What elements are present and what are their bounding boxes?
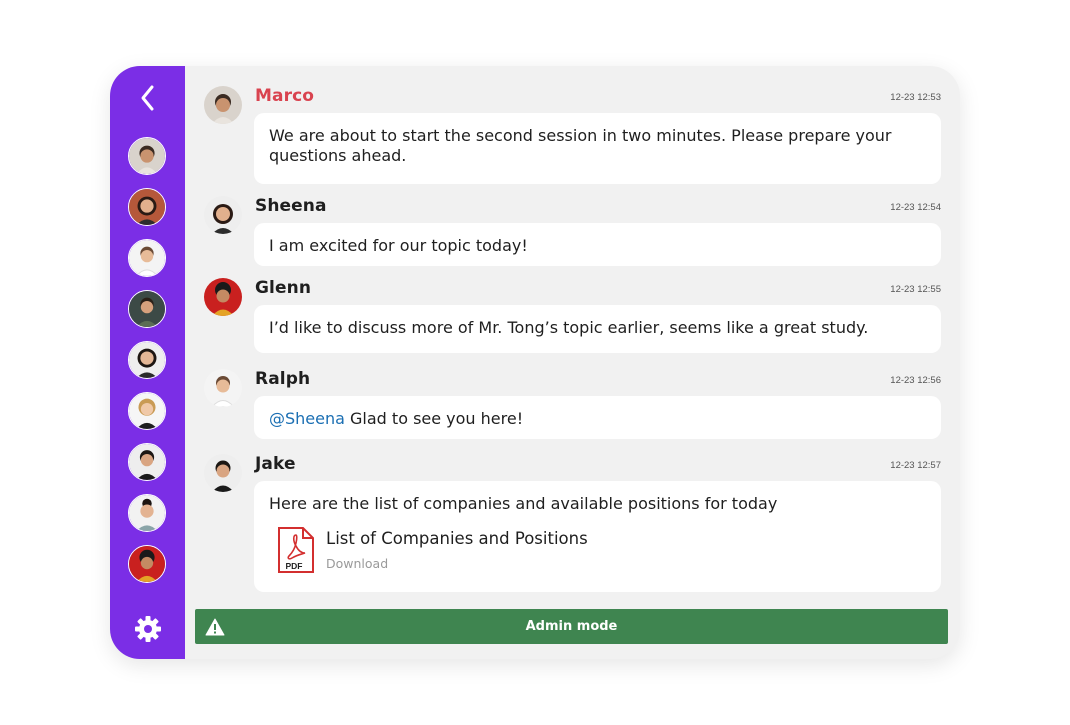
message-item: Marco 12-23 12:53 We are about to start … [204,86,941,184]
message-item: Jake 12-23 12:57 Here are the list of co… [204,454,941,592]
avatar-image [129,546,165,582]
avatar-image [129,138,165,174]
settings-button[interactable] [134,615,162,643]
contact-avatar-ralph[interactable] [128,239,166,277]
chat-window: Marco 12-23 12:53 We are about to start … [110,66,960,659]
message-bubble: I am excited for our topic today! [254,223,941,266]
message-text: I am excited for our topic today! [269,236,528,255]
avatar-image [129,291,165,327]
avatar-image [129,444,165,480]
back-button[interactable] [135,81,161,115]
timestamp: 12-23 12:55 [890,284,941,295]
avatar-image [129,240,165,276]
attachment-name: List of Companies and Positions [326,529,588,548]
chevron-left-icon [141,85,154,111]
timestamp: 12-23 12:56 [890,375,941,386]
avatar [204,278,242,316]
message-bubble: I’d like to discuss more of Mr. Tong’s t… [254,305,941,353]
avatar [204,86,242,124]
message-bubble: We are about to start the second session… [254,113,941,184]
avatar-image [129,393,165,429]
contact-avatar-marco[interactable] [128,137,166,175]
timestamp: 12-23 12:53 [890,92,941,103]
admin-mode-banner: Admin mode [195,609,948,644]
message-text: I’d like to discuss more of Mr. Tong’s t… [269,318,869,337]
avatar-image [204,454,242,492]
sender-name: Jake [255,454,296,474]
avatar-image [129,342,165,378]
message-item: Glenn 12-23 12:55 I’d like to discuss mo… [204,278,941,354]
message-item: Ralph 12-23 12:56 @Sheena Glad to see yo… [204,369,941,439]
avatar [204,369,242,407]
mention-link[interactable]: @Sheena [269,409,345,428]
message-text: Here are the list of companies and avail… [269,494,778,513]
avatar [204,196,242,234]
admin-mode-label: Admin mode [525,619,618,634]
avatar-image [129,495,165,531]
avatar-image [204,86,242,124]
avatar-image [129,189,165,225]
avatar-image [204,196,242,234]
file-attachment[interactable]: PDF List of Companies and Positions Down… [276,527,696,575]
sender-name: Marco [255,86,315,106]
gear-icon [135,616,161,642]
message-bubble: Here are the list of companies and avail… [254,481,941,592]
sidebar [110,66,185,659]
sender-name: Sheena [255,196,327,216]
message-item: Sheena 12-23 12:54 I am excited for our … [204,196,941,266]
pdf-file-icon: PDF [278,527,314,573]
message-bubble: @Sheena Glad to see you here! [254,396,941,439]
contact-avatar-jake[interactable] [128,443,166,481]
download-link[interactable]: Download [326,554,388,574]
contact-avatar-glenn[interactable] [128,545,166,583]
sender-name: Glenn [255,278,312,298]
avatar [204,454,242,492]
sender-name: Ralph [255,369,311,389]
message-text: We are about to start the second session… [269,126,892,165]
contact-avatar-5[interactable] [128,341,166,379]
avatar-image [204,369,242,407]
contact-avatar-8[interactable] [128,494,166,532]
avatar-image [204,278,242,316]
timestamp: 12-23 12:54 [890,202,941,213]
contact-avatar-6[interactable] [128,392,166,430]
contact-avatar-sheena[interactable] [128,188,166,226]
contact-avatar-4[interactable] [128,290,166,328]
message-text: Glad to see you here! [344,409,524,428]
timestamp: 12-23 12:57 [890,460,941,471]
pdf-icon-label: PDF [286,561,303,571]
